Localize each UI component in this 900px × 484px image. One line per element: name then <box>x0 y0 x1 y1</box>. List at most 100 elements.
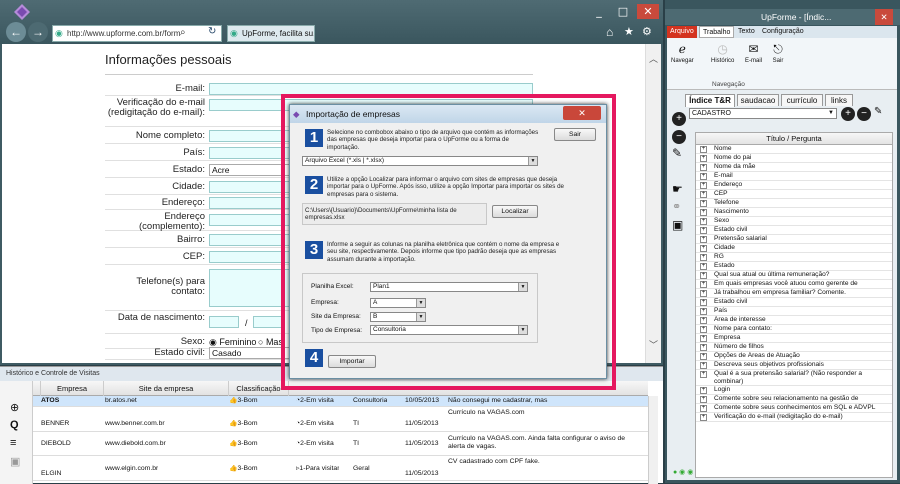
scroll-up-icon[interactable]: ︿ <box>649 52 658 65</box>
site-col-select[interactable]: B ▼ <box>370 312 426 322</box>
tree-item[interactable]: + Opções de Áreas de Atuação <box>696 352 892 361</box>
expand-plus-icon[interactable]: + <box>700 263 707 270</box>
pointer-hand-icon[interactable]: ☛ <box>672 182 683 196</box>
close-icon[interactable]: ✕ <box>875 9 893 25</box>
expand-plus-icon[interactable]: + <box>700 290 707 297</box>
navegar-button[interactable]: ℯ Navegar <box>671 42 694 64</box>
company-col-select[interactable]: A ▼ <box>370 298 426 308</box>
expand-plus-icon[interactable]: + <box>700 254 707 261</box>
import-button[interactable]: Importar <box>328 355 376 368</box>
tab-saudacao[interactable]: saudacao <box>737 94 779 106</box>
tree-item[interactable]: + Área de interesse <box>696 316 892 325</box>
tree-item[interactable]: + Cidade <box>696 244 892 253</box>
tab-arquivo[interactable]: Arquivo <box>667 26 697 38</box>
save-icon[interactable]: ▣ <box>672 218 683 232</box>
expand-plus-icon[interactable]: + <box>700 164 707 171</box>
tree-item[interactable]: + Pretensão salarial <box>696 235 892 244</box>
dialog-close-button[interactable]: ✕ <box>563 106 601 120</box>
tree-item[interactable]: + Endereço <box>696 181 892 190</box>
tree-item[interactable]: + Login <box>696 386 892 395</box>
tree-item[interactable]: + Estado <box>696 262 892 271</box>
birth-month-field[interactable] <box>253 316 283 328</box>
tree-item[interactable]: + RG <box>696 253 892 262</box>
tab-curriculo[interactable]: currículo <box>781 94 823 106</box>
expand-plus-icon[interactable]: + <box>700 344 707 351</box>
expand-plus-icon[interactable]: + <box>700 299 707 306</box>
save-icon[interactable]: ▣ <box>10 455 20 468</box>
close-button[interactable]: ✕ <box>637 4 659 19</box>
tab-configuracao[interactable]: Configuração <box>759 26 807 38</box>
table-row[interactable]: DIEBOLD www.diebold.com.br 👍3-Bom ◔2-Em … <box>33 433 648 456</box>
expand-plus-icon[interactable]: + <box>700 387 707 394</box>
tree-item[interactable]: + Nome do pai <box>696 154 892 163</box>
tree-item[interactable]: + Nome da mãe <box>696 163 892 172</box>
tree-item[interactable]: + Verificação do e-mail (redigitação do e… <box>696 413 892 422</box>
expand-plus-icon[interactable]: + <box>700 173 707 180</box>
expand-plus-icon[interactable]: + <box>700 182 707 189</box>
page-scrollbar[interactable]: ︿ ﹀ <box>645 44 661 363</box>
table-row[interactable]: ELGIN www.elgin.com.br 👍3-Bom ▹1-Para vi… <box>33 457 648 481</box>
expand-plus-icon[interactable]: + <box>700 245 707 252</box>
pencil-icon[interactable]: ✎ <box>874 106 882 117</box>
file-type-select[interactable]: Arquivo Excel (*.xls | *.xlsx) ▼ <box>302 156 538 166</box>
tree-item[interactable]: + Descreva seus objetivos profissionais <box>696 361 892 370</box>
pencil-icon[interactable]: ✎ <box>672 146 682 160</box>
minimize-button[interactable]: _ <box>588 4 610 19</box>
tree-item[interactable]: + Em quais empresas você atuou como geren… <box>696 280 892 289</box>
forward-arrow-icon[interactable]: → <box>28 22 48 42</box>
column-header[interactable]: Empresa <box>41 381 104 396</box>
tree-item[interactable]: + Nome para contato: <box>696 325 892 334</box>
home-icon[interactable]: ⌂ <box>606 25 613 39</box>
tree-item[interactable]: + Qual é a sua pretensão salarial? (Não r… <box>696 370 892 386</box>
list-icon[interactable]: ≡ <box>10 437 16 449</box>
sheet-select[interactable]: Plan1 ▼ <box>370 282 528 292</box>
browser-tab[interactable]: ◉ UpForme, facilita su... <box>227 25 315 42</box>
tree-item[interactable]: + Estado civil <box>696 298 892 307</box>
expand-plus-icon[interactable]: + <box>700 227 707 234</box>
tree-item[interactable]: + Estado civil <box>696 226 892 235</box>
tree-item[interactable]: + Empresa <box>696 334 892 343</box>
tree-item[interactable]: + Telefone <box>696 199 892 208</box>
sair-button[interactable]: ⎋ Sair <box>771 42 785 64</box>
tree-item[interactable]: + Sexo <box>696 217 892 226</box>
expand-plus-icon[interactable]: + <box>700 155 707 162</box>
search-icon[interactable]: ⌕ <box>180 27 186 38</box>
expand-plus-icon[interactable]: + <box>700 335 707 342</box>
settings-gear-icon[interactable]: ⚙ <box>642 25 652 38</box>
expand-plus-icon[interactable]: + <box>700 326 707 333</box>
favorites-star-icon[interactable]: ★ <box>624 25 634 38</box>
tree-item[interactable]: + E-mail <box>696 172 892 181</box>
expand-plus-icon[interactable]: + <box>700 405 707 412</box>
historico-button[interactable]: ◷ Histórico <box>711 42 734 64</box>
link-icon[interactable]: ⚭ <box>672 200 681 213</box>
expand-plus-icon[interactable]: + <box>700 218 707 225</box>
tab-indice-tr[interactable]: Índice T&R <box>685 94 735 107</box>
remove-circle-icon[interactable]: − <box>857 107 871 121</box>
tree-item[interactable]: + Nome <box>696 145 892 154</box>
history-scrollbar[interactable] <box>648 396 658 484</box>
birth-day-field[interactable] <box>209 316 239 328</box>
back-arrow-icon[interactable]: ← <box>6 22 26 42</box>
expand-plus-icon[interactable]: + <box>700 362 707 369</box>
address-bar[interactable]: ◉ http://www.upforme.com.br/form <box>52 25 222 42</box>
remove-item-icon[interactable]: − <box>672 130 686 144</box>
expand-plus-icon[interactable]: + <box>700 281 707 288</box>
tree-item[interactable]: + CEP <box>696 190 892 199</box>
maximize-button[interactable]: □ <box>612 4 634 19</box>
locate-button[interactable]: Localizar <box>492 205 538 218</box>
tree-item[interactable]: + Número de filhos <box>696 343 892 352</box>
expand-plus-icon[interactable]: + <box>700 200 707 207</box>
expand-plus-icon[interactable]: + <box>700 146 707 153</box>
expand-plus-icon[interactable]: + <box>700 191 707 198</box>
expand-plus-icon[interactable]: + <box>700 317 707 324</box>
tree-item[interactable]: + Comente sobre seus conhecimentos em SQL… <box>696 404 892 413</box>
email-button[interactable]: ✉ E-mail <box>745 42 762 64</box>
expand-plus-icon[interactable]: + <box>700 209 707 216</box>
table-row[interactable]: ATOS br.atos.net 👍3-Bom ◔2-Em visita Con… <box>33 396 648 407</box>
expand-plus-icon[interactable]: + <box>700 236 707 243</box>
expand-plus-icon[interactable]: + <box>700 396 707 403</box>
expand-plus-icon[interactable]: + <box>700 371 707 378</box>
search-icon[interactable]: Q <box>10 419 19 431</box>
tree-item[interactable]: + País <box>696 307 892 316</box>
add-circle-icon[interactable]: + <box>841 107 855 121</box>
